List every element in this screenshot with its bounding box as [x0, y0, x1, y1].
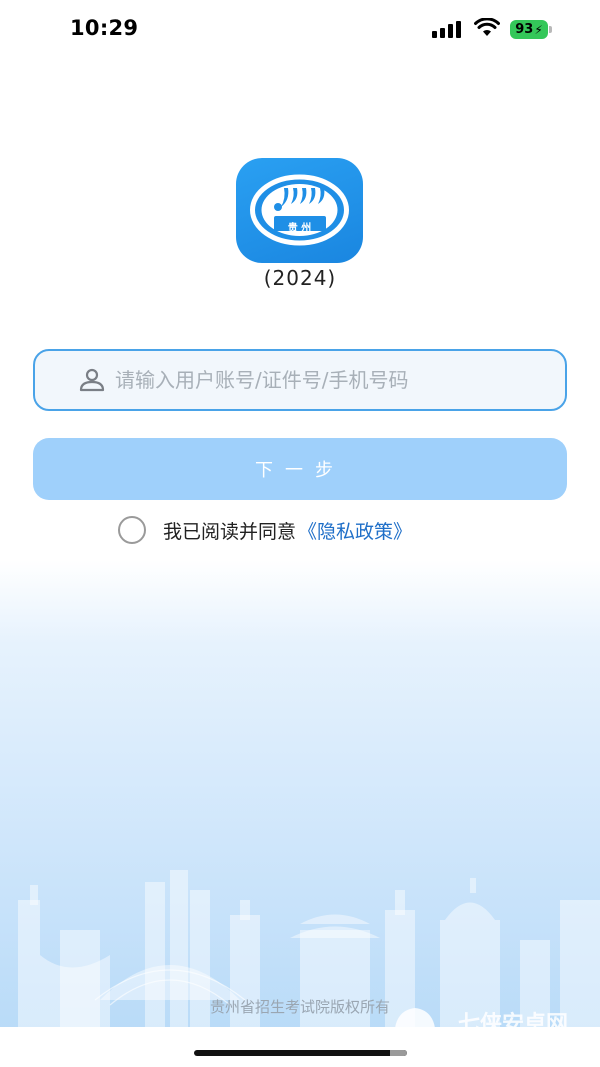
- charging-icon: ⚡: [534, 22, 543, 37]
- account-input[interactable]: [113, 367, 537, 393]
- app-version: (2024): [263, 266, 337, 290]
- next-button[interactable]: 下一步: [33, 438, 567, 500]
- home-bar-area: [0, 1027, 600, 1067]
- app-logo: 贵 州: [236, 158, 363, 263]
- logo-text: 贵 州: [287, 223, 312, 234]
- wifi-icon: [474, 18, 500, 36]
- battery-level: 93: [515, 22, 534, 37]
- battery-icon: 93 ⚡: [510, 20, 548, 39]
- agree-text: 我已阅读并同意: [163, 520, 297, 543]
- account-field[interactable]: [33, 349, 567, 411]
- privacy-policy-link[interactable]: 《隐私政策》: [298, 517, 412, 544]
- home-indicator-tail: [390, 1050, 407, 1056]
- agree-checkbox[interactable]: [118, 516, 146, 544]
- user-icon: [79, 368, 105, 392]
- logo-mark-icon: [250, 174, 349, 246]
- status-time: 10:29: [70, 16, 139, 40]
- watermark-text: 七侠安卓网: [458, 1012, 569, 1027]
- signal-icon: [432, 21, 461, 38]
- home-indicator[interactable]: [194, 1050, 407, 1056]
- battery-cap: [549, 26, 552, 33]
- watermark-logo-icon: [395, 1008, 435, 1028]
- privacy-agreement: 我已阅读并同意 《隐私政策》: [118, 514, 412, 546]
